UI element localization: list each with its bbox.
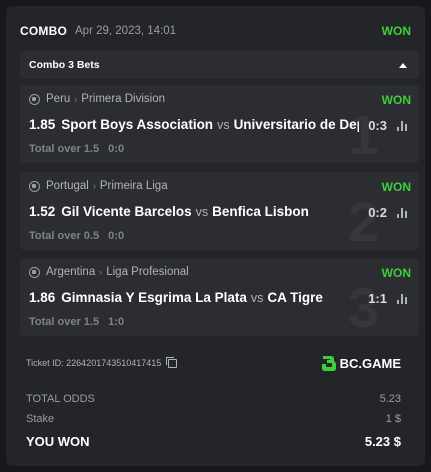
- stats-icon[interactable]: [397, 121, 409, 131]
- total-odds-value: 5.23: [379, 393, 401, 405]
- home-team: Sport Boys Association: [61, 117, 214, 132]
- soccer-ball-icon: [29, 266, 40, 278]
- bet-leg: 2 Portugal › Primeira Liga WON 1.52 Gil …: [20, 172, 419, 250]
- bc-game-logo-icon: [321, 356, 336, 371]
- brand-name: BC.GAME: [339, 356, 401, 371]
- payout-value: 5.23 $: [364, 434, 401, 449]
- league: Primera Division: [81, 93, 166, 105]
- combo-toggle[interactable]: Combo 3 Bets: [20, 51, 419, 79]
- odds: 1.85: [29, 117, 56, 132]
- market: Total over 1.5 1:0: [29, 316, 124, 328]
- country: Portugal: [46, 180, 89, 192]
- total-odds-row: TOTAL ODDS 5.23: [26, 393, 401, 405]
- bet-type: COMBO: [20, 24, 67, 38]
- country: Argentina: [46, 266, 96, 278]
- odds: 1.52: [29, 204, 56, 219]
- copy-icon[interactable]: [166, 356, 178, 368]
- away-team: Benfica Lisbon: [212, 204, 309, 219]
- total-odds-label: TOTAL ODDS: [26, 393, 95, 405]
- market-result: 1:0: [108, 316, 125, 328]
- vs-label: vs: [195, 205, 209, 219]
- ticket-id-text: Ticket ID: 2264201743510417415: [26, 358, 162, 368]
- final-score: 1:1: [368, 291, 387, 306]
- brand: BC.GAME: [321, 355, 401, 372]
- home-team: Gil Vicente Barcelos: [61, 204, 192, 219]
- leg-status: WON: [381, 266, 411, 280]
- home-team: Gimnasia Y Esgrima La Plata: [61, 290, 247, 305]
- market: Total over 1.5 0:0: [29, 143, 124, 155]
- market-name: Total over 1.5: [29, 143, 100, 155]
- leg-index: 2: [347, 190, 379, 250]
- stake-row: Stake 1 $: [26, 413, 401, 425]
- league: Primeira Liga: [99, 180, 168, 192]
- market-name: Total over 1.5: [29, 316, 100, 328]
- leg-status: WON: [381, 93, 411, 107]
- combo-label: Combo 3 Bets: [29, 59, 100, 71]
- league-breadcrumb: Peru › Primera Division: [29, 93, 165, 105]
- bet-status-badge: WON: [381, 24, 411, 38]
- market-result: 0:0: [108, 143, 125, 155]
- leg-index: 3: [347, 276, 379, 336]
- match-line[interactable]: 1.85 Sport Boys Association vs Universit…: [29, 117, 359, 132]
- country: Peru: [46, 93, 71, 105]
- chevron-right-icon: ›: [99, 267, 103, 277]
- league: Liga Profesional: [106, 266, 189, 278]
- away-team: Universitario de Deportes: [233, 117, 359, 132]
- bet-leg: 1 Peru › Primera Division WON 1.85 Sport…: [20, 85, 419, 163]
- stats-icon[interactable]: [397, 294, 409, 304]
- stake-value: 1 $: [385, 413, 401, 425]
- bet-header: COMBO Apr 29, 2023, 14:01 WON: [20, 20, 411, 42]
- bet-leg: 3 Argentina › Liga Profesional WON 1.86 …: [20, 258, 419, 336]
- ticket-id: Ticket ID: 2264201743510417415: [26, 356, 178, 368]
- league-breadcrumb: Argentina › Liga Profesional: [29, 266, 189, 278]
- payout-label: YOU WON: [26, 434, 90, 449]
- vs-label: vs: [217, 118, 230, 132]
- vs-label: vs: [250, 291, 264, 305]
- match-line[interactable]: 1.52 Gil Vicente Barcelos vs Benfica Lis…: [29, 204, 359, 219]
- market-result: 0:0: [108, 230, 125, 242]
- final-score: 0:3: [368, 118, 387, 133]
- final-score: 0:2: [368, 205, 387, 220]
- payout-row: YOU WON 5.23 $: [26, 434, 401, 449]
- chevron-up-icon: [399, 62, 407, 68]
- leg-status: WON: [381, 180, 411, 194]
- leg-index: 1: [347, 103, 379, 163]
- chevron-right-icon: ›: [92, 181, 96, 191]
- soccer-ball-icon: [29, 180, 40, 192]
- soccer-ball-icon: [29, 93, 40, 105]
- league-breadcrumb: Portugal › Primeira Liga: [29, 180, 168, 192]
- odds: 1.86: [29, 290, 56, 305]
- away-team: CA Tigre: [267, 290, 323, 305]
- market: Total over 0.5 0:0: [29, 230, 124, 242]
- bet-date: Apr 29, 2023, 14:01: [75, 25, 177, 37]
- market-name: Total over 0.5: [29, 230, 100, 242]
- match-line[interactable]: 1.86 Gimnasia Y Esgrima La Plata vs CA T…: [29, 290, 359, 305]
- stake-label: Stake: [26, 413, 55, 425]
- bet-card: COMBO Apr 29, 2023, 14:01 WON Combo 3 Be…: [6, 6, 425, 466]
- chevron-right-icon: ›: [74, 94, 78, 104]
- stats-icon[interactable]: [397, 208, 409, 218]
